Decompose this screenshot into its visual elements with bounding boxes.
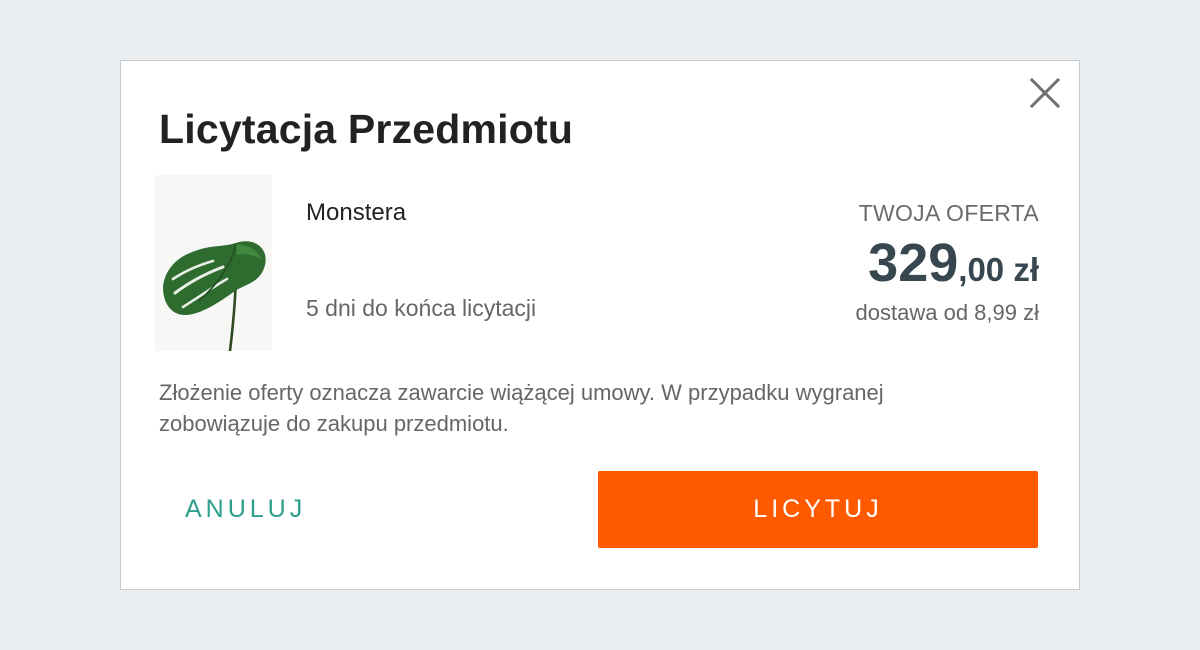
delivery-cost: dostawa od 8,99 zł — [855, 300, 1039, 325]
auction-time-left: 5 dni do końca licytacji — [306, 295, 537, 321]
product-image — [155, 175, 272, 352]
legal-notice: Złożenie oferty oznacza zawarcie wiążące… — [159, 380, 884, 436]
bid-dialog: Licytacja Przedmiotu Monstera 5 dni do k… — [120, 60, 1080, 590]
dialog-title: Licytacja Przedmiotu — [159, 106, 574, 152]
monstera-leaf-image — [163, 241, 266, 352]
close-button[interactable] — [1027, 75, 1063, 111]
cancel-button[interactable]: ANULUJ — [165, 471, 326, 547]
product-name: Monstera — [306, 199, 407, 226]
close-icon — [1029, 77, 1061, 109]
price-integer: 329 — [868, 233, 959, 293]
offer-label: TWOJA OFERTA — [858, 200, 1039, 226]
offer-price: 329,00 zł — [856, 235, 1039, 305]
price-decimal: ,00 zł — [958, 251, 1039, 288]
bid-button[interactable]: LICYTUJ — [598, 471, 1038, 548]
offer-summary: TWOJA OFERTA 329,00 zł dostawa od 8,99 z… — [856, 199, 1039, 327]
